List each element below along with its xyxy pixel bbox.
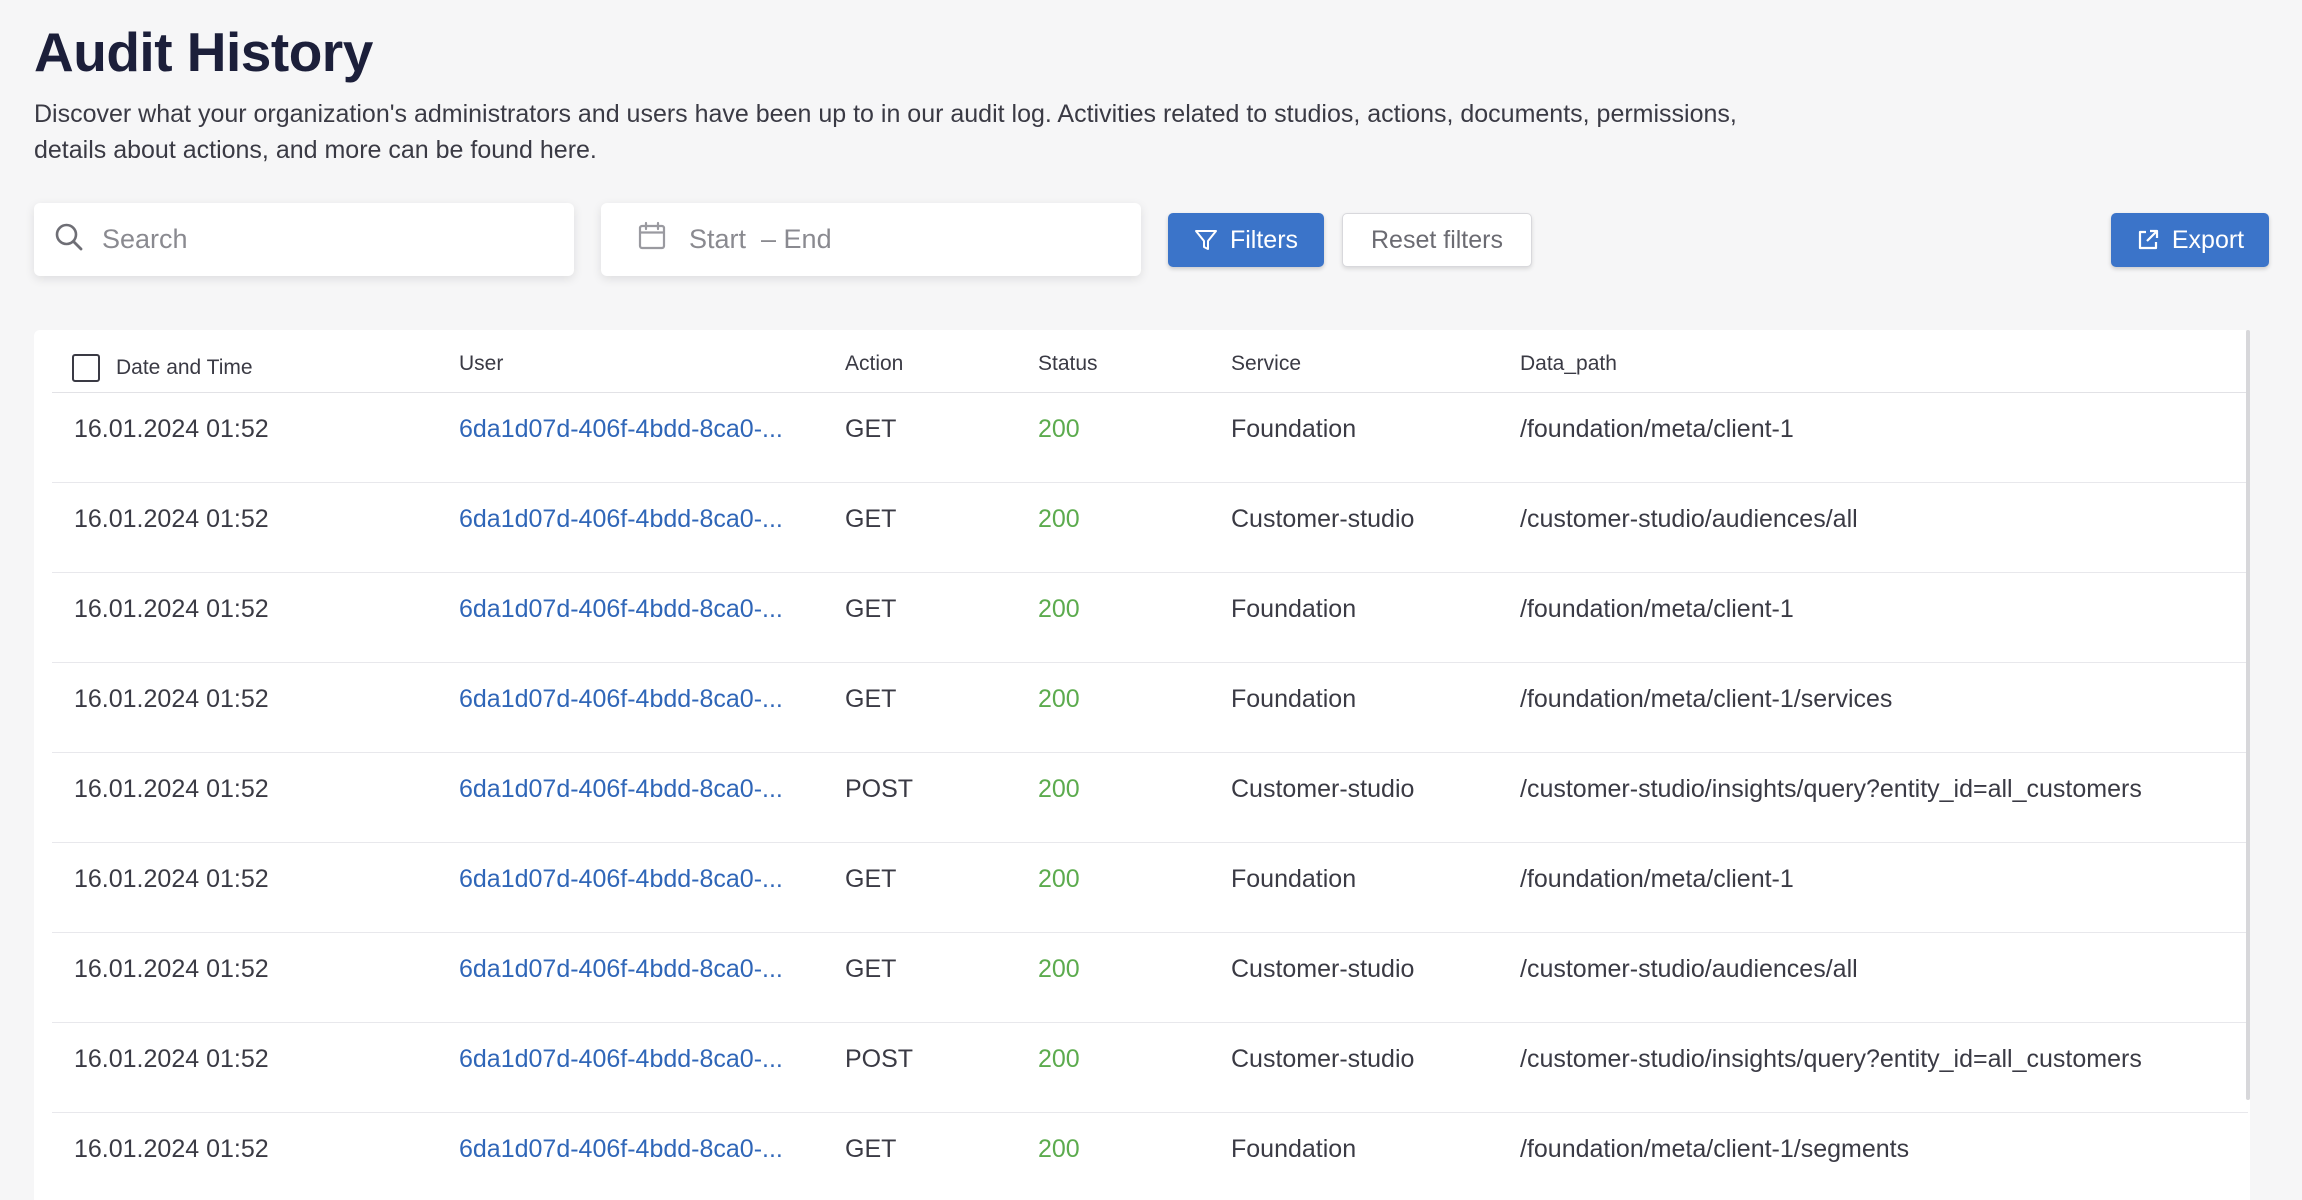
table-row[interactable]: 16.01.2024 01:52 6da1d07d-406f-4bdd-8ca0… — [52, 753, 2248, 843]
date-range-picker[interactable]: Start – End — [601, 203, 1141, 276]
table-row[interactable]: 16.01.2024 01:52 6da1d07d-406f-4bdd-8ca0… — [52, 483, 2248, 573]
table-row[interactable]: 16.01.2024 01:52 6da1d07d-406f-4bdd-8ca0… — [52, 933, 2248, 1023]
data-path-cell: /customer-studio/insights/query?entity_i… — [1520, 775, 2142, 803]
data-path-cell: /foundation/meta/client-1/segments — [1520, 1135, 1910, 1163]
service-cell: Foundation — [1231, 415, 1357, 443]
user-link[interactable]: 6da1d07d-406f-4bdd-8ca0-... — [459, 865, 783, 894]
status-cell: 200 — [1038, 415, 1080, 443]
service-cell: Customer-studio — [1231, 955, 1415, 983]
status-cell: 200 — [1038, 505, 1080, 533]
date-cell: 16.01.2024 01:52 — [74, 595, 269, 623]
reset-filters-label: Reset filters — [1371, 225, 1503, 254]
service-cell: Customer-studio — [1231, 1045, 1415, 1073]
page-title: Audit History — [34, 21, 373, 83]
reset-filters-button[interactable]: Reset filters — [1342, 213, 1532, 267]
external-link-icon — [2136, 228, 2160, 252]
column-header-user[interactable]: User — [459, 352, 503, 376]
action-cell: GET — [845, 505, 897, 533]
status-cell: 200 — [1038, 685, 1080, 713]
action-cell: GET — [845, 1135, 897, 1163]
action-cell: GET — [845, 865, 897, 893]
search-box[interactable] — [34, 203, 574, 276]
date-cell: 16.01.2024 01:52 — [74, 685, 269, 713]
table-row[interactable]: 16.01.2024 01:52 6da1d07d-406f-4bdd-8ca0… — [52, 843, 2248, 933]
action-cell: GET — [845, 595, 897, 623]
table-scrollbar[interactable] — [2246, 330, 2250, 1100]
service-cell: Foundation — [1231, 595, 1357, 623]
search-input[interactable] — [102, 224, 532, 255]
status-cell: 200 — [1038, 1045, 1080, 1073]
filter-icon — [1194, 228, 1218, 252]
status-cell: 200 — [1038, 595, 1080, 623]
calendar-icon — [637, 221, 667, 258]
action-cell: GET — [845, 685, 897, 713]
audit-history-page: Audit History Discover what your organiz… — [0, 0, 2302, 1200]
service-cell: Customer-studio — [1231, 505, 1415, 533]
user-link[interactable]: 6da1d07d-406f-4bdd-8ca0-... — [459, 1135, 783, 1164]
data-path-cell: /foundation/meta/client-1 — [1520, 595, 1794, 623]
data-path-cell: /foundation/meta/client-1/services — [1520, 685, 1893, 713]
service-cell: Customer-studio — [1231, 775, 1415, 803]
filters-button-label: Filters — [1229, 225, 1299, 254]
table-row[interactable]: 16.01.2024 01:52 6da1d07d-406f-4bdd-8ca0… — [52, 1113, 2248, 1200]
column-header-data-path[interactable]: Data_path — [1520, 352, 1617, 376]
column-header-action[interactable]: Action — [845, 352, 903, 376]
user-link[interactable]: 6da1d07d-406f-4bdd-8ca0-... — [459, 685, 783, 714]
data-path-cell: /customer-studio/insights/query?entity_i… — [1520, 1045, 2142, 1073]
column-header-service[interactable]: Service — [1231, 352, 1301, 376]
date-cell: 16.01.2024 01:52 — [74, 415, 269, 443]
filters-button[interactable]: Filters — [1168, 213, 1324, 267]
export-button-label: Export — [2171, 225, 2245, 254]
action-cell: GET — [845, 415, 897, 443]
data-path-cell: /customer-studio/audiences/all — [1520, 505, 1858, 533]
action-cell: GET — [845, 955, 897, 983]
data-path-cell: /customer-studio/audiences/all — [1520, 955, 1858, 983]
user-link[interactable]: 6da1d07d-406f-4bdd-8ca0-... — [459, 595, 783, 624]
action-cell: POST — [845, 1045, 914, 1073]
status-cell: 200 — [1038, 775, 1080, 803]
table-row[interactable]: 16.01.2024 01:52 6da1d07d-406f-4bdd-8ca0… — [52, 393, 2248, 483]
page-description: Discover what your organization's admini… — [34, 100, 1737, 164]
status-cell: 200 — [1038, 1135, 1080, 1163]
column-header-date[interactable]: Date and Time — [116, 356, 253, 380]
export-button[interactable]: Export — [2111, 213, 2269, 267]
data-path-cell: /foundation/meta/client-1 — [1520, 865, 1794, 893]
table-row[interactable]: 16.01.2024 01:52 6da1d07d-406f-4bdd-8ca0… — [52, 663, 2248, 753]
service-cell: Foundation — [1231, 1135, 1357, 1163]
status-cell: 200 — [1038, 865, 1080, 893]
audit-table: Date and Time User Action Status Service… — [34, 330, 2250, 1200]
date-cell: 16.01.2024 01:52 — [74, 955, 269, 983]
user-link[interactable]: 6da1d07d-406f-4bdd-8ca0-... — [459, 775, 783, 804]
service-cell: Foundation — [1231, 865, 1357, 893]
user-link[interactable]: 6da1d07d-406f-4bdd-8ca0-... — [459, 505, 783, 534]
status-cell: 200 — [1038, 955, 1080, 983]
action-cell: POST — [845, 775, 914, 803]
date-cell: 16.01.2024 01:52 — [74, 505, 269, 533]
date-range-text: Start – End — [689, 224, 832, 254]
data-path-cell: /foundation/meta/client-1 — [1520, 415, 1794, 443]
date-cell: 16.01.2024 01:52 — [74, 865, 269, 893]
date-cell: 16.01.2024 01:52 — [74, 1135, 269, 1163]
table-row[interactable]: 16.01.2024 01:52 6da1d07d-406f-4bdd-8ca0… — [52, 1023, 2248, 1113]
column-header-status[interactable]: Status — [1038, 352, 1098, 376]
date-cell: 16.01.2024 01:52 — [74, 1045, 269, 1073]
user-link[interactable]: 6da1d07d-406f-4bdd-8ca0-... — [459, 1045, 783, 1074]
search-icon — [54, 222, 84, 257]
user-link[interactable]: 6da1d07d-406f-4bdd-8ca0-... — [459, 955, 783, 984]
service-cell: Foundation — [1231, 685, 1357, 713]
table-header: Date and Time User Action Status Service… — [52, 330, 2248, 393]
date-cell: 16.01.2024 01:52 — [74, 775, 269, 803]
table-row[interactable]: 16.01.2024 01:52 6da1d07d-406f-4bdd-8ca0… — [52, 573, 2248, 663]
user-link[interactable]: 6da1d07d-406f-4bdd-8ca0-... — [459, 415, 783, 444]
select-all-checkbox[interactable] — [72, 354, 100, 382]
